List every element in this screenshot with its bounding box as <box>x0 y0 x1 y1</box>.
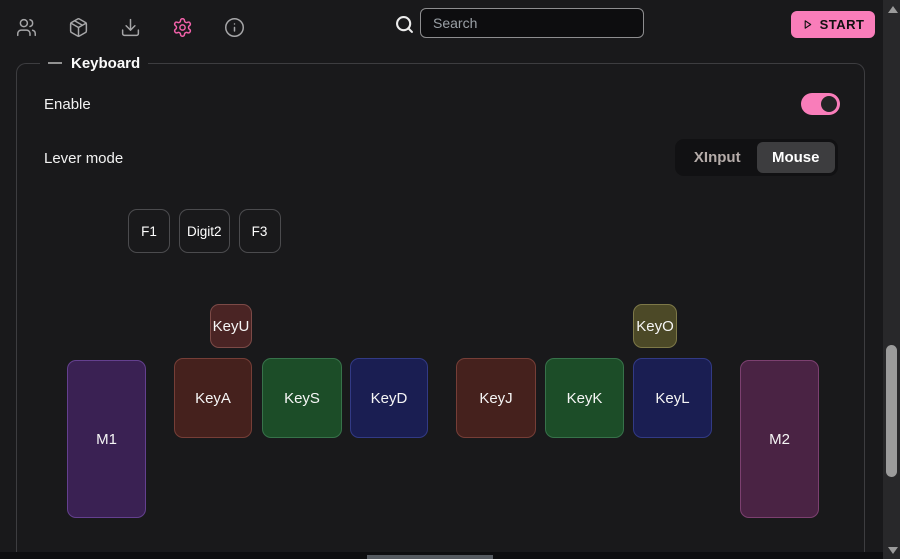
key-button-f1[interactable]: F1 <box>128 209 170 253</box>
vertical-scrollbar-thumb[interactable] <box>886 345 897 477</box>
panel-title: Keyboard <box>71 55 140 72</box>
package-icon[interactable] <box>67 16 89 38</box>
scroll-up-arrow-icon[interactable] <box>888 6 898 13</box>
app-window: START Keyboard Enable Lever mode XInput … <box>0 0 900 559</box>
enable-toggle[interactable] <box>801 93 840 115</box>
users-icon[interactable] <box>15 16 37 38</box>
key-button-keya[interactable]: KeyA <box>174 358 252 438</box>
lever-mode-option-xinput[interactable]: XInput <box>678 142 757 173</box>
start-button[interactable]: START <box>791 11 875 38</box>
keyboard-panel-legend: Keyboard <box>40 54 148 72</box>
function-key-row: F1 Digit2 F3 <box>128 209 281 253</box>
play-icon <box>802 19 813 30</box>
key-button-m1[interactable]: M1 <box>67 360 146 518</box>
key-button-keyo[interactable]: KeyO <box>633 304 677 348</box>
key-button-keyk[interactable]: KeyK <box>545 358 624 438</box>
settings-gear-icon[interactable] <box>171 16 193 38</box>
key-button-keyd[interactable]: KeyD <box>350 358 428 438</box>
download-icon[interactable] <box>119 16 141 38</box>
search-icon <box>393 13 415 35</box>
info-icon[interactable] <box>223 16 245 38</box>
key-button-keys[interactable]: KeyS <box>262 358 342 438</box>
start-button-label: START <box>820 17 865 32</box>
key-button-m2[interactable]: M2 <box>740 360 819 518</box>
lever-mode-segmented-control: XInput Mouse <box>675 139 838 176</box>
key-button-f3[interactable]: F3 <box>239 209 281 253</box>
key-button-keyj[interactable]: KeyJ <box>456 358 536 438</box>
scroll-down-arrow-icon[interactable] <box>888 547 898 554</box>
legend-dash <box>48 62 62 64</box>
key-button-keyu[interactable]: KeyU <box>210 304 252 348</box>
toggle-knob <box>821 96 837 112</box>
key-button-digit2[interactable]: Digit2 <box>179 209 230 253</box>
lever-mode-option-mouse[interactable]: Mouse <box>757 142 836 173</box>
enable-label: Enable <box>44 96 91 113</box>
search-input[interactable] <box>420 8 644 38</box>
horizontal-scrollbar-thumb[interactable] <box>367 555 493 559</box>
key-button-keyl[interactable]: KeyL <box>633 358 712 438</box>
lever-mode-label: Lever mode <box>44 150 123 167</box>
